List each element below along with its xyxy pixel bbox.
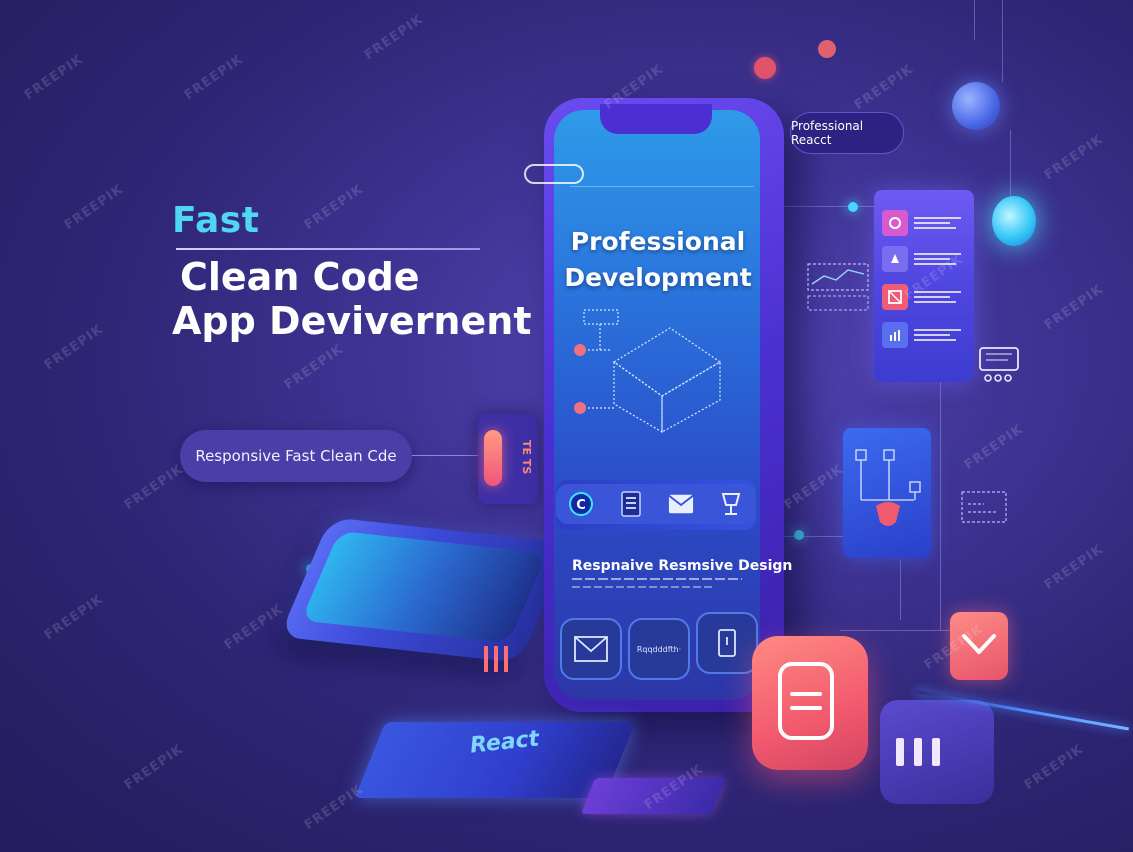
mail-tile-button[interactable] [560,618,622,680]
watermark: FREEPIK [301,181,367,234]
watermark: FREEPIK [181,51,247,104]
watermark: FREEPIK [361,11,427,64]
caption-subtext [572,578,742,580]
responsive-pill: Responsive Fast Clean Cde [180,430,412,482]
node-dot-icon [574,344,586,356]
phone-title: Professional Development [560,224,756,296]
responsive-pill-label: Responsive Fast Clean Cde [195,447,397,465]
watermark: FREEPIK [1021,741,1087,794]
wireframe-cube-illustration [574,309,722,434]
cart-icon [979,347,1019,382]
red-bar-icon [484,430,502,486]
watermark: FREEPIK [41,591,107,644]
list-item [882,320,966,350]
watermark: FREEPIK [1041,281,1107,334]
connector-line [900,560,901,620]
bars-glow-icon [484,646,508,672]
watermark: FREEPIK [851,61,917,114]
glowing-orb [992,196,1036,246]
list-card-icon [778,662,834,740]
mail-icon[interactable] [668,491,694,517]
cup-icon[interactable] [718,491,744,517]
watermark: FREEPIK [61,181,127,234]
glow-dot [794,530,804,540]
glowing-orb [952,82,1000,130]
hero-headline: Clean Code App Devivernent [172,255,531,343]
phone-icon-row: C [556,484,756,524]
watermark: FREEPIK [221,601,287,654]
watermark: FREEPIK [1041,541,1107,594]
list-item [882,208,966,238]
watermark: FREEPIK [121,461,187,514]
bar-chart-icon [882,322,908,348]
connector-line [940,380,941,630]
c-logo-icon[interactable]: C [568,491,594,517]
watermark: FREEPIK [121,741,187,794]
watermark: FREEPIK [1041,131,1107,184]
hero-line-2: App Devivernent [172,299,532,343]
connector-line [1002,0,1003,82]
hero-fast-label: Fast [172,200,260,241]
caption-subtext [572,586,712,588]
phone-outline-icon [718,629,736,657]
side-card-text: TE TS [520,440,533,475]
document-icon[interactable] [618,491,644,517]
wireframe-panel-icon [807,263,869,311]
professional-react-label: Professional Reacct [791,119,864,147]
watermark: FREEPIK [301,781,367,834]
gear-icon [882,210,908,236]
svg-text:C: C [576,498,586,513]
node-dot-icon [574,402,586,414]
mail-outline-icon [574,636,608,662]
pin-icon [882,246,908,272]
flow-diagram-icon [855,449,921,526]
watermark: FREEPIK [21,51,87,104]
link-chip-icon [524,164,584,184]
phone-caption: Respnaive Resmsive Design [572,558,793,574]
equalizer-tile [880,700,994,804]
connector-line [784,536,844,537]
watermark: FREEPIK [41,321,107,374]
label-tile-button[interactable]: Rqqdddfth· [628,618,690,680]
floating-sphere [818,40,836,58]
phone-title-line-2: Development [564,263,752,292]
floating-sphere [754,57,776,79]
phone-divider [570,186,754,187]
professional-react-pill: Professional Reacct [790,112,904,154]
watermark: FREEPIK [281,341,347,394]
pill-connector [412,455,482,456]
hex-tile-label: Rqqdddfth· [636,644,682,654]
wireframe-browser-icon [961,491,1007,523]
phone-title-line-1: Professional [570,227,746,256]
connector-line [1010,130,1011,196]
device-tile-button[interactable] [696,612,758,674]
watermark: FREEPIK [781,461,847,514]
connector-line [840,630,960,631]
glow-dot [848,202,858,212]
hero-line-1: Clean Code [180,255,420,299]
hero-divider [176,248,480,250]
connector-line [784,206,874,207]
watermark: FREEPIK [961,421,1027,474]
connector-line [974,0,975,40]
equalizer-icon [896,738,940,766]
